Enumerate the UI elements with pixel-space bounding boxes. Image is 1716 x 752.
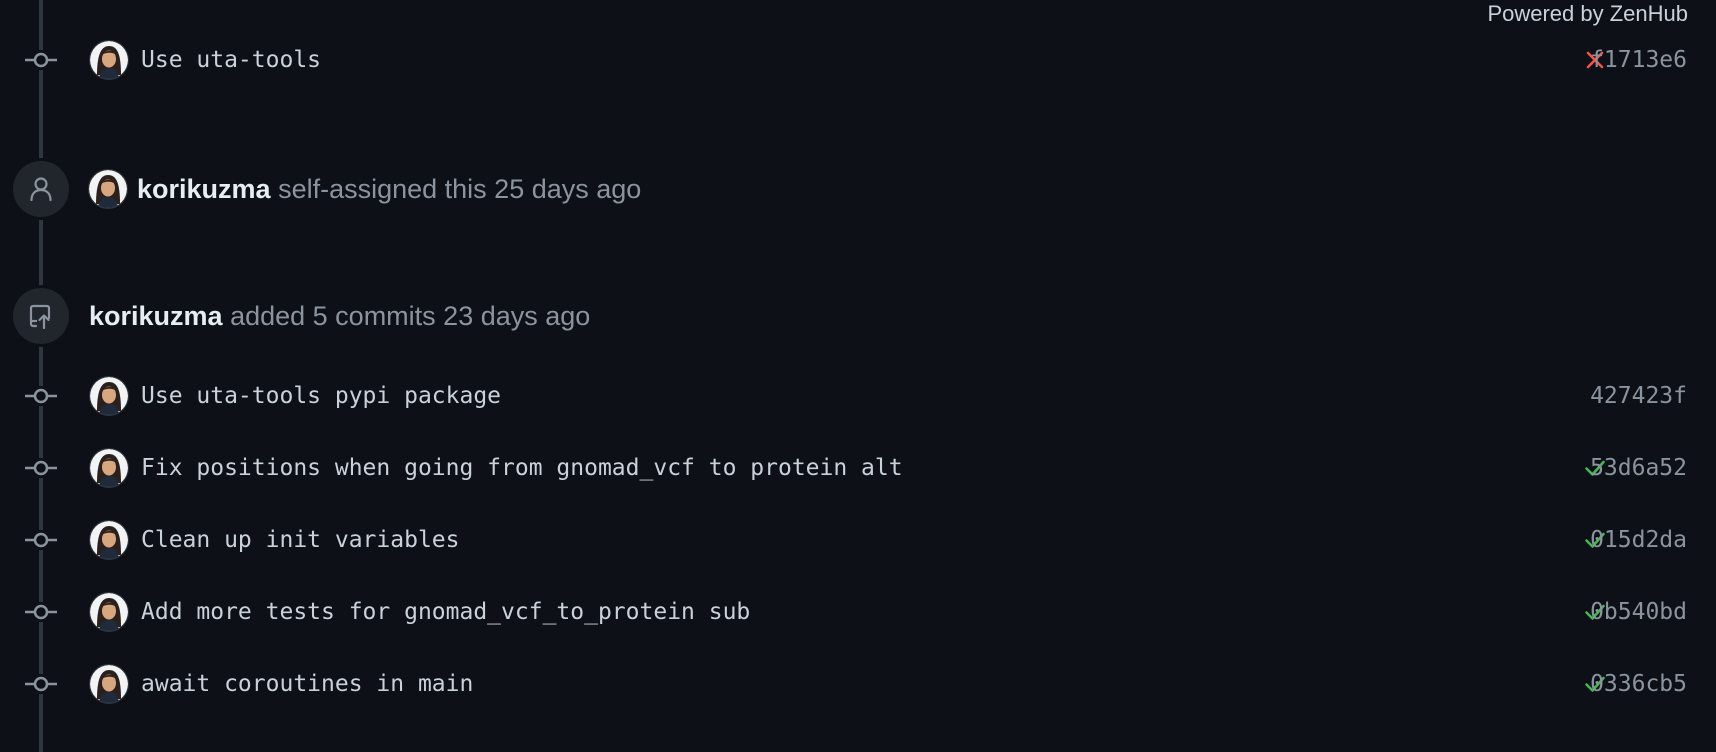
commit-sha[interactable]: 0336cb5 <box>1590 662 1687 706</box>
event-badge <box>13 288 69 344</box>
commit-message[interactable]: await coroutines in main <box>141 662 473 706</box>
avatar[interactable] <box>90 665 128 703</box>
avatar[interactable] <box>89 170 127 208</box>
commit-row: Clean up init variables 015d2da <box>0 518 1716 562</box>
commits-event: korikuzma added 5 commits 23 days ago <box>0 288 1716 344</box>
avatar[interactable] <box>90 449 128 487</box>
event-description: korikuzma self-assigned this 25 days ago <box>137 161 641 217</box>
git-commit-icon <box>24 386 58 406</box>
commit-sha[interactable]: 53d6a52 <box>1590 446 1687 490</box>
actor-link[interactable]: korikuzma <box>89 301 223 331</box>
commit-row: await coroutines in main 0336cb5 <box>0 662 1716 706</box>
event-badge <box>13 161 69 217</box>
commit-row: Add more tests for gnomad_vcf_to_protein… <box>0 590 1716 634</box>
avatar[interactable] <box>90 377 128 415</box>
event-action-text: added 5 commits 23 days ago <box>230 301 591 331</box>
commit-message[interactable]: Clean up init variables <box>141 518 460 562</box>
git-commit-icon <box>24 530 58 550</box>
git-commit-icon <box>24 602 58 622</box>
git-commit-icon <box>24 458 58 478</box>
event-description: korikuzma added 5 commits 23 days ago <box>89 288 590 344</box>
commit-message[interactable]: Add more tests for gnomad_vcf_to_protein… <box>141 590 750 634</box>
commit-row: Use uta-tools f1713e6 <box>0 38 1716 82</box>
commit-sha[interactable]: 427423f <box>1590 374 1687 418</box>
repo-push-icon <box>29 304 51 330</box>
commit-row: Fix positions when going from gnomad_vcf… <box>0 446 1716 490</box>
avatar[interactable] <box>90 41 128 79</box>
commit-sha[interactable]: f1713e6 <box>1590 38 1687 82</box>
avatar[interactable] <box>90 521 128 559</box>
person-icon <box>30 177 52 202</box>
git-commit-icon <box>24 674 58 694</box>
commit-message[interactable]: Use uta-tools <box>141 38 321 82</box>
avatar[interactable] <box>90 593 128 631</box>
commit-row: Use uta-tools pypi package 427423f <box>0 374 1716 418</box>
commit-sha[interactable]: 0b540bd <box>1590 590 1687 634</box>
event-action-text: self-assigned this 25 days ago <box>278 174 642 204</box>
actor-link[interactable]: korikuzma <box>137 174 271 204</box>
assign-event: korikuzma self-assigned this 25 days ago <box>0 161 1716 217</box>
git-commit-icon <box>24 50 58 70</box>
commit-message[interactable]: Use uta-tools pypi package <box>141 374 501 418</box>
commit-message[interactable]: Fix positions when going from gnomad_vcf… <box>141 446 903 490</box>
commit-sha[interactable]: 015d2da <box>1590 518 1687 562</box>
zenhub-powered-label[interactable]: Powered by ZenHub <box>1487 0 1688 28</box>
